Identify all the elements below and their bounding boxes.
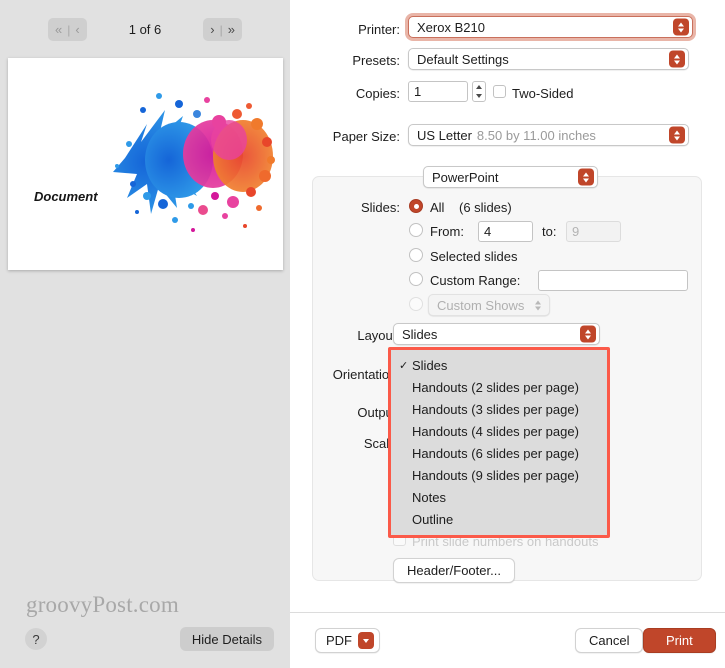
footer-divider	[290, 612, 725, 613]
custom-shows-value: Custom Shows	[437, 297, 525, 313]
chevron-updown-icon	[578, 168, 594, 186]
layout-value: Slides	[402, 326, 438, 342]
menu-item-handouts-6[interactable]: Handouts (6 slides per page)	[391, 442, 607, 464]
printer-select[interactable]: Xerox B210	[408, 16, 693, 38]
watermark-text: groovyPost.com	[26, 592, 179, 617]
layout-select[interactable]: Slides	[393, 323, 600, 345]
chevron-updown-icon	[530, 297, 546, 314]
stepper-up-icon[interactable]	[473, 82, 485, 92]
from-label: From:	[430, 224, 464, 239]
radio-from-range[interactable]	[409, 223, 423, 237]
pdf-button[interactable]: PDF	[315, 628, 380, 653]
layout-label: Layout:	[357, 328, 400, 343]
menu-item-handouts-2[interactable]: Handouts (2 slides per page)	[391, 376, 607, 398]
layout-dropdown-menu[interactable]: ✓ Slides Handouts (2 slides per page) Ha…	[388, 347, 610, 538]
orientation-label: Orientation:	[332, 367, 400, 382]
preview-navigation-bar: « | ‹ 1 of 6 › | »	[0, 0, 290, 55]
chevron-updown-icon	[669, 50, 685, 68]
menu-item-label: Notes	[412, 489, 446, 505]
radio-custom-shows[interactable]	[409, 297, 423, 311]
stepper-down-icon[interactable]	[473, 92, 485, 102]
two-sided-checkbox[interactable]	[493, 85, 506, 98]
app-selector-value: PowerPoint	[432, 169, 499, 185]
next-page-icon[interactable]: ›	[210, 23, 214, 36]
to-label: to:	[542, 224, 557, 239]
header-footer-button[interactable]: Header/Footer...	[393, 558, 515, 583]
page-indicator: 1 of 6	[128, 22, 162, 37]
presets-select[interactable]: Default Settings	[408, 48, 689, 70]
menu-item-label: Handouts (4 slides per page)	[412, 423, 579, 439]
nav-separator-left: |	[67, 22, 71, 37]
from-input[interactable]: 4	[478, 221, 533, 242]
hide-details-button[interactable]: Hide Details	[179, 627, 274, 651]
presets-label: Presets:	[352, 53, 400, 68]
nav-separator-right: |	[219, 22, 223, 37]
menu-item-label: Handouts (3 slides per page)	[412, 401, 579, 417]
menu-item-handouts-3[interactable]: Handouts (3 slides per page)	[391, 398, 607, 420]
printer-label: Printer:	[358, 22, 400, 37]
chevron-updown-icon	[580, 325, 596, 343]
radio-selected-slides[interactable]	[409, 248, 423, 262]
menu-item-label: Handouts (6 slides per page)	[412, 445, 579, 461]
menu-item-slides[interactable]: ✓ Slides	[391, 354, 607, 376]
pdf-button-label: PDF	[326, 633, 352, 648]
menu-item-label: Handouts (9 slides per page)	[412, 467, 579, 483]
output-label: Output:	[357, 405, 400, 420]
next-page-controls[interactable]: › | »	[203, 18, 242, 41]
checkmark-icon: ✓	[399, 359, 409, 372]
menu-item-label: Slides	[412, 357, 448, 373]
copies-label: Copies:	[355, 86, 400, 101]
help-button[interactable]: ?	[25, 628, 47, 650]
scale-label: Scale:	[363, 436, 400, 451]
menu-item-handouts-4[interactable]: Handouts (4 slides per page)	[391, 420, 607, 442]
menu-item-label: Handouts (2 slides per page)	[412, 379, 579, 395]
chevron-down-icon[interactable]	[358, 632, 374, 649]
slides-count-text: (6 slides)	[459, 200, 512, 215]
prev-page-controls[interactable]: « | ‹	[48, 18, 87, 41]
two-sided-label: Two-Sided	[512, 86, 574, 101]
custom-shows-select[interactable]: Custom Shows	[428, 294, 550, 316]
selected-slides-label: Selected slides	[430, 249, 518, 264]
settings-pane: Printer: Xerox B210 Presets: Default Set…	[290, 0, 725, 668]
custom-range-label: Custom Range:	[430, 273, 521, 288]
chevron-updown-icon	[669, 126, 685, 144]
chevron-updown-icon	[673, 18, 689, 36]
menu-item-handouts-9[interactable]: Handouts (9 slides per page)	[391, 464, 607, 486]
cancel-button[interactable]: Cancel	[575, 628, 644, 653]
slides-label: Slides:	[360, 200, 400, 215]
paper-size-select[interactable]: US Letter 8.50 by 11.00 inches	[408, 124, 689, 146]
last-page-icon[interactable]: »	[228, 23, 235, 36]
menu-item-notes[interactable]: Notes	[391, 486, 607, 508]
previous-page-icon[interactable]: ‹	[75, 23, 79, 36]
paint-splatter-graphic	[113, 93, 275, 232]
print-button[interactable]: Print	[643, 628, 716, 653]
preview-pane: « | ‹ 1 of 6 › | » Document groovyPost.c…	[0, 0, 290, 668]
presets-value: Default Settings	[417, 51, 509, 67]
print-dialog: « | ‹ 1 of 6 › | » Document groovyPost.c…	[0, 0, 725, 668]
first-page-icon[interactable]: «	[55, 23, 62, 36]
printer-value: Xerox B210	[417, 19, 485, 35]
slide-title-text: Document	[34, 189, 98, 204]
menu-item-outline[interactable]: Outline	[391, 508, 607, 530]
copies-stepper[interactable]	[472, 81, 486, 102]
paper-size-label: Paper Size:	[332, 129, 400, 144]
to-input[interactable]: 9	[566, 221, 621, 242]
custom-range-input[interactable]	[538, 270, 688, 291]
app-selector[interactable]: PowerPoint	[423, 166, 598, 188]
paper-size-value: US Letter	[417, 127, 472, 143]
copies-input[interactable]: 1	[408, 81, 468, 102]
radio-custom-range[interactable]	[409, 272, 423, 286]
slide-preview-thumbnail[interactable]: Document	[8, 58, 283, 270]
menu-item-label: Outline	[412, 511, 454, 527]
radio-all-label: All	[430, 200, 445, 215]
radio-all-slides[interactable]	[409, 199, 423, 213]
paper-size-dimensions: 8.50 by 11.00 inches	[476, 127, 596, 143]
